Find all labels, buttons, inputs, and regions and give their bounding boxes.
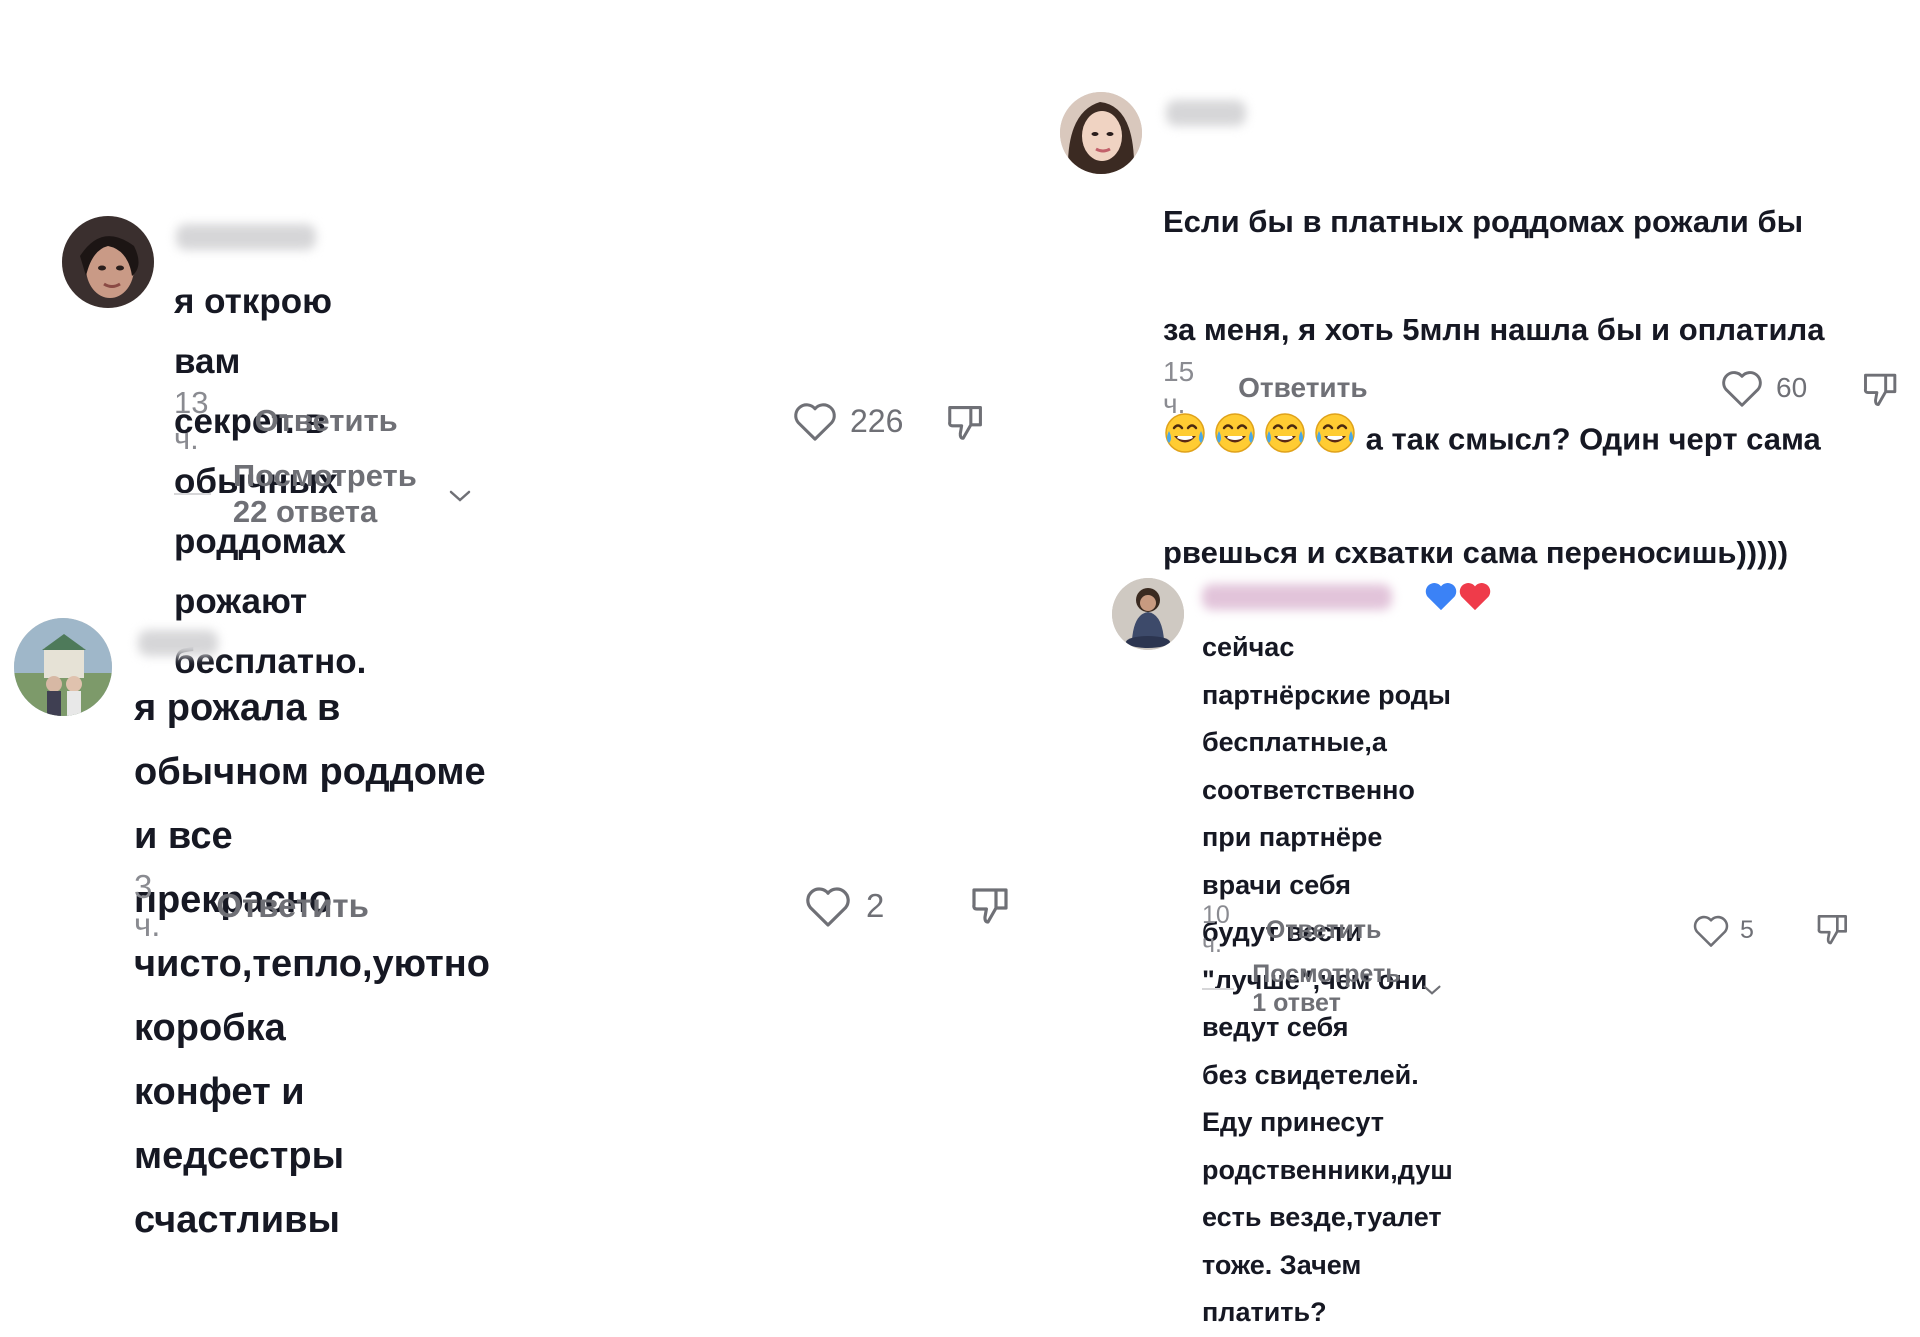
- comment-line-3: а так смысл? Один черт сама: [1163, 411, 1903, 472]
- comments-collage: { "comments": [ { "text": "я открою вам …: [0, 0, 1920, 1327]
- heart-icon: [804, 884, 852, 928]
- timestamp: 13 ч.: [174, 385, 209, 456]
- reply-button[interactable]: Ответить: [1266, 916, 1382, 945]
- avatar[interactable]: [62, 216, 154, 308]
- chevron-down-icon: [448, 476, 472, 512]
- avatar[interactable]: [14, 618, 112, 716]
- username-blurred[interactable]: [176, 224, 316, 250]
- reply-button[interactable]: Ответить: [1238, 372, 1367, 404]
- view-replies-button[interactable]: Посмотреть 22 ответа: [174, 458, 472, 529]
- heart-icon: [1720, 368, 1764, 408]
- timestamp: 10 ч.: [1202, 901, 1230, 958]
- reply-button[interactable]: Ответить: [216, 887, 369, 925]
- username-blurred[interactable]: [1166, 100, 1246, 126]
- username-blurred[interactable]: [1202, 584, 1392, 610]
- comment-meta: 15 ч. Ответить: [1163, 356, 1368, 419]
- dislike-button[interactable]: [1860, 366, 1904, 410]
- like-count: 2: [866, 887, 885, 924]
- thumbs-down-icon: [1814, 908, 1854, 948]
- dislike-button[interactable]: [944, 398, 990, 444]
- avatar-image: [1060, 92, 1142, 174]
- like-count: 60: [1776, 372, 1808, 403]
- username-blurred[interactable]: [138, 630, 218, 656]
- reply-button[interactable]: Ответить: [254, 403, 397, 439]
- comment-line-4: рвешься и схватки сама переносишь))))): [1163, 535, 1789, 570]
- comment-line-3-text: а так смысл? Один черт сама: [1357, 421, 1821, 457]
- dislike-button[interactable]: [1814, 908, 1854, 948]
- tears-of-joy-emoji: [1263, 411, 1307, 472]
- timestamp: 3 ч.: [134, 868, 161, 943]
- dislike-button[interactable]: [968, 880, 1016, 928]
- heart-icon: [792, 400, 838, 442]
- heart-emoji-red: [1458, 580, 1492, 617]
- avatar-image: [1112, 578, 1184, 650]
- tears-of-joy-emoji: [1313, 411, 1357, 472]
- replies-divider: [174, 493, 211, 495]
- avatar[interactable]: [1060, 92, 1142, 174]
- avatar-image: [62, 216, 154, 308]
- comment-meta: 10 ч. Ответить: [1202, 901, 1382, 958]
- view-replies-label: Посмотреть 22 ответа: [232, 458, 417, 529]
- like-button[interactable]: 226: [792, 398, 903, 444]
- like-button[interactable]: 60: [1720, 366, 1807, 410]
- like-count: 5: [1740, 915, 1754, 944]
- avatar-image: [14, 618, 112, 716]
- heart-icon: [1692, 913, 1730, 948]
- tears-of-joy-emoji: [1213, 411, 1257, 472]
- like-button[interactable]: 5: [1692, 910, 1754, 950]
- like-button[interactable]: 2: [804, 882, 884, 930]
- comment-line-1: Если бы в платных роддомах рожали бы: [1163, 204, 1804, 239]
- timestamp: 15 ч.: [1163, 356, 1195, 419]
- view-replies-button[interactable]: Посмотреть 1 ответ: [1202, 960, 1442, 1017]
- comment-meta: 3 ч. Ответить: [134, 868, 369, 943]
- thumbs-down-icon: [944, 398, 990, 444]
- like-count: 226: [850, 402, 904, 439]
- replies-divider: [1202, 988, 1235, 990]
- chevron-down-icon: [1422, 975, 1442, 1004]
- tears-of-joy-emoji: [1163, 411, 1207, 472]
- comment-meta: 13 ч. Ответить: [174, 385, 398, 456]
- thumbs-down-icon: [1860, 366, 1904, 410]
- heart-emoji-blue: [1424, 580, 1458, 617]
- avatar[interactable]: [1112, 578, 1184, 650]
- comment-text: я рожала в обычном роддоме и все прекрас…: [134, 687, 490, 1241]
- thumbs-down-icon: [968, 880, 1016, 928]
- emoji-row: [1163, 411, 1357, 472]
- view-replies-label: Посмотреть 1 ответ: [1252, 960, 1401, 1017]
- comment-line-2: за меня, я хоть 5млн нашла бы и оплатила: [1163, 312, 1825, 347]
